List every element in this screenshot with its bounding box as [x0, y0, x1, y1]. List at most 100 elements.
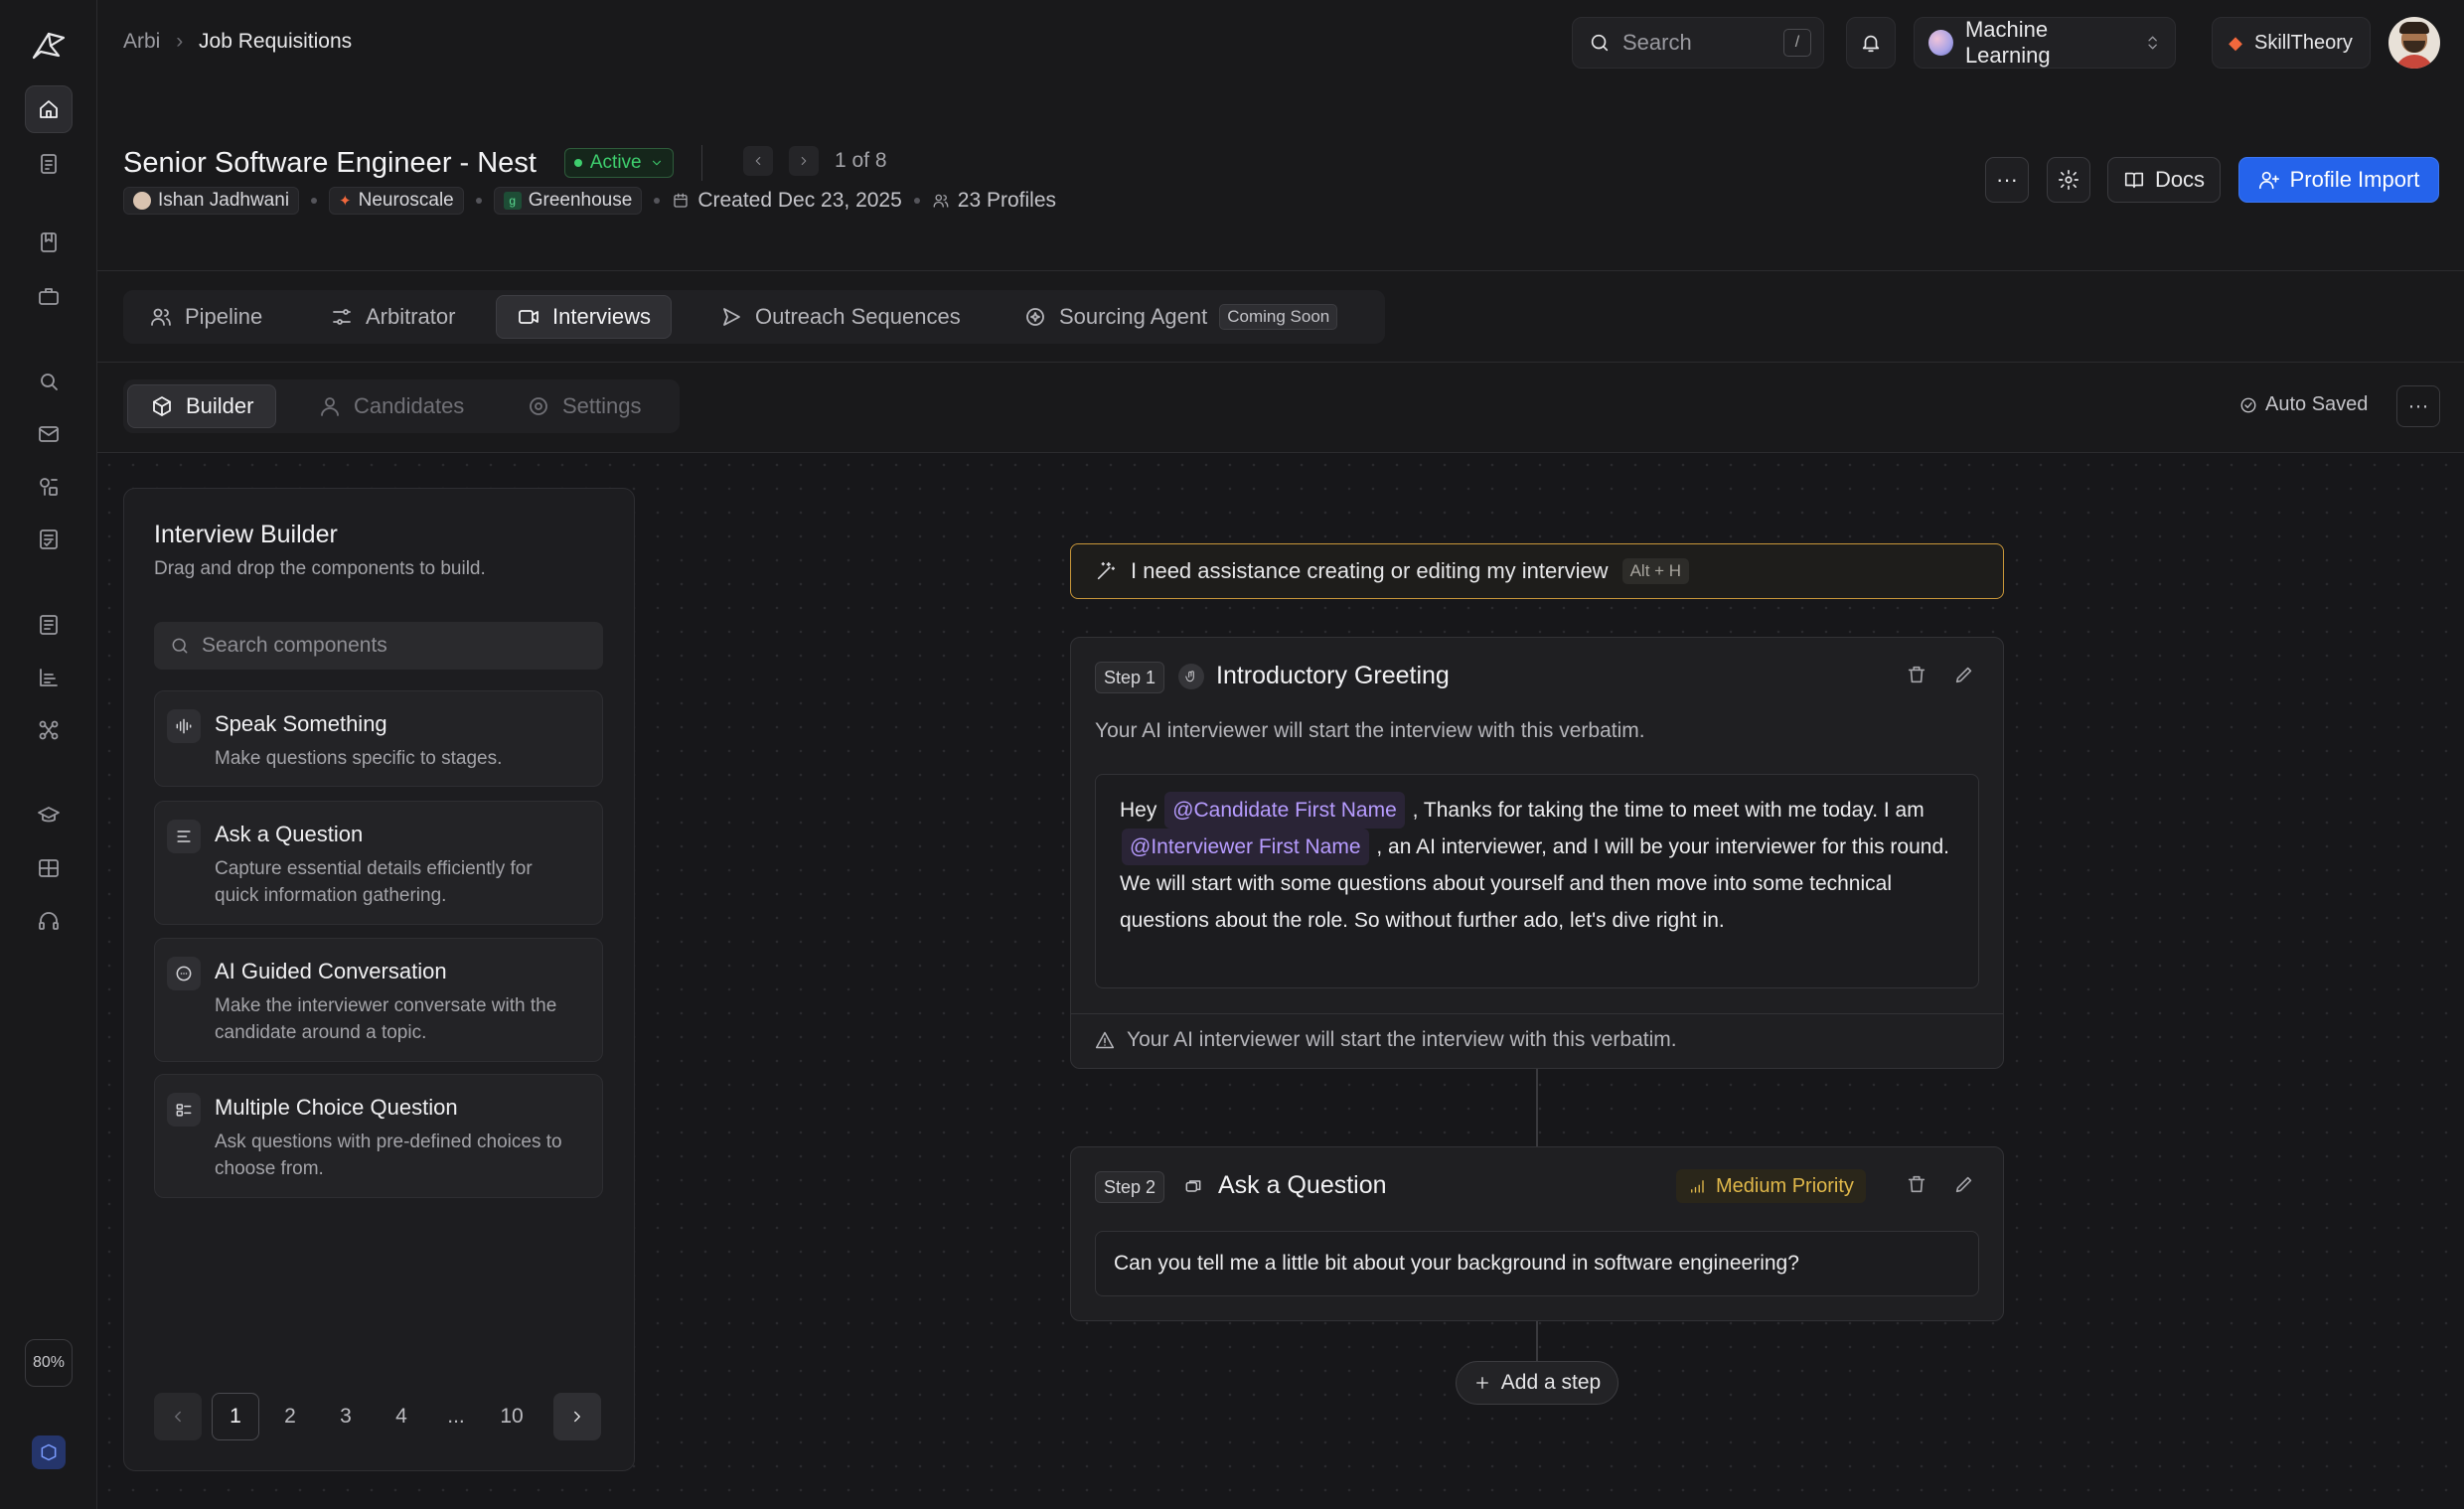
tab-label: Candidates: [354, 393, 465, 418]
owner-pill[interactable]: Ishan Jadhwani: [123, 187, 300, 215]
profiles-count[interactable]: 23 Profiles: [958, 189, 1056, 213]
ats-pill[interactable]: g Greenhouse: [493, 187, 643, 215]
greeting-icon: [1178, 663, 1204, 689]
job-meta-row: Ishan Jadhwani ✦ Neuroscale g Greenhouse…: [123, 187, 1056, 215]
component-multiple-choice[interactable]: Multiple Choice Question Ask questions w…: [154, 1074, 603, 1198]
tab-settings[interactable]: Settings: [505, 384, 664, 428]
connector-line: [1536, 1321, 1538, 1361]
org-name: SkillTheory: [2254, 31, 2353, 54]
page-3-button[interactable]: 3: [322, 1393, 370, 1440]
breadcrumb-root[interactable]: Arbi: [123, 30, 160, 53]
chevron-updown-icon: [2148, 36, 2157, 50]
tab-sourcing-agent[interactable]: Sourcing Agent Coming Soon: [1003, 295, 1357, 339]
docs-button[interactable]: Docs: [2107, 157, 2221, 203]
shapes-icon[interactable]: [25, 463, 73, 511]
page-2-button[interactable]: 2: [266, 1393, 314, 1440]
checklist-icon[interactable]: [25, 516, 73, 563]
workspace-selector[interactable]: Machine Learning: [1914, 17, 2176, 69]
zoom-level[interactable]: 80%: [25, 1339, 73, 1387]
cube-icon: [153, 396, 171, 416]
user-avatar[interactable]: [2388, 17, 2440, 69]
tab-pipeline[interactable]: Pipeline: [129, 295, 282, 339]
question-icon: [1180, 1173, 1206, 1199]
search-icon: [1591, 34, 1609, 52]
app-switcher-icon[interactable]: [25, 1429, 73, 1476]
ai-assist-input[interactable]: I need assistance creating or editing my…: [1070, 543, 2004, 599]
breadcrumb-current[interactable]: Job Requisitions: [199, 30, 352, 53]
tab-candidates[interactable]: Candidates: [296, 384, 486, 428]
owner-name: Ishan Jadhwani: [158, 190, 290, 211]
logo-icon[interactable]: [25, 22, 73, 70]
component-title: Multiple Choice Question: [215, 1095, 458, 1120]
search-person-icon[interactable]: [25, 358, 73, 405]
company-pill[interactable]: ✦ Neuroscale: [329, 187, 464, 215]
page-1-button[interactable]: 1: [212, 1393, 259, 1440]
chevron-right-icon: [574, 1411, 580, 1423]
add-step-button[interactable]: Add a step: [1456, 1361, 1618, 1405]
edit-step-button[interactable]: [1953, 664, 1975, 685]
dashboard-icon[interactable]: [25, 844, 73, 892]
chevron-down-icon: [652, 160, 661, 166]
component-ask-question[interactable]: Ask a Question Capture essential details…: [154, 801, 603, 925]
chevron-left-icon: [175, 1411, 181, 1423]
gear-icon: [530, 397, 547, 415]
settings-button[interactable]: [2047, 157, 2090, 203]
tab-builder[interactable]: Builder: [127, 384, 277, 428]
component-speak-something[interactable]: Speak Something Make questions specific …: [154, 690, 603, 787]
next-job-button[interactable]: [789, 146, 819, 176]
component-ai-conversation[interactable]: AI Guided Conversation Make the intervie…: [154, 938, 603, 1062]
list-chart-icon[interactable]: [25, 654, 73, 701]
send-icon: [723, 308, 740, 326]
step-footer: Your AI interviewer will start the inter…: [1095, 1028, 1677, 1052]
component-search-input[interactable]: Search components: [154, 622, 603, 670]
delete-step-button[interactable]: [1906, 664, 1927, 685]
choice-icon: [167, 1093, 201, 1127]
tab-arbitrator[interactable]: Arbitrator: [310, 295, 475, 339]
notifications-button[interactable]: [1846, 17, 1896, 69]
org-selector[interactable]: ◆ SkillTheory: [2212, 17, 2371, 69]
page-10-button[interactable]: 10: [488, 1393, 536, 1440]
mention-interviewer-first-name[interactable]: @Interviewer First Name: [1122, 829, 1369, 865]
network-icon[interactable]: [25, 706, 73, 754]
prev-job-button[interactable]: [743, 146, 773, 176]
company-name: Neuroscale: [358, 190, 454, 211]
search-placeholder: Search: [1622, 30, 1692, 55]
mention-candidate-first-name[interactable]: @Candidate First Name: [1164, 792, 1405, 829]
tab-outreach[interactable]: Outreach Sequences: [699, 295, 981, 339]
briefcase-icon[interactable]: [25, 272, 73, 320]
search-input[interactable]: Search /: [1572, 17, 1824, 69]
left-rail: 80%: [0, 0, 97, 1509]
graduation-icon[interactable]: [25, 792, 73, 839]
builder-more-button[interactable]: ···: [2396, 385, 2440, 427]
step-card-1[interactable]: Step 1 Introductory Greeting Your AI int…: [1070, 637, 2004, 1069]
edit-step-button[interactable]: [1953, 1173, 1975, 1195]
chevron-right-icon: ›: [176, 30, 184, 53]
home-icon[interactable]: [25, 85, 73, 133]
bell-icon: [1862, 35, 1880, 53]
step-card-2[interactable]: Step 2 Ask a Question Medium Priority Ca…: [1070, 1146, 2004, 1321]
next-page-button[interactable]: [553, 1393, 601, 1440]
bookmark-icon[interactable]: [25, 219, 73, 266]
prev-page-button[interactable]: [154, 1393, 202, 1440]
gear-icon: [2059, 170, 2079, 190]
mail-icon[interactable]: [25, 410, 73, 458]
ats-name: Greenhouse: [528, 190, 633, 211]
status-badge[interactable]: Active: [563, 148, 674, 178]
plus-icon: [1475, 1377, 1488, 1389]
document-icon[interactable]: [25, 140, 73, 188]
form-icon[interactable]: [25, 601, 73, 649]
question-text[interactable]: Can you tell me a little bit about your …: [1095, 1231, 1979, 1296]
priority-badge[interactable]: Medium Priority: [1676, 1169, 1866, 1203]
tab-interviews[interactable]: Interviews: [496, 295, 673, 339]
job-pager: 1 of 8: [835, 149, 887, 172]
verbatim-text[interactable]: Hey @Candidate First Name , Thanks for t…: [1095, 774, 1979, 988]
coming-soon-badge: Coming Soon: [1219, 304, 1338, 330]
profile-import-button[interactable]: Profile Import: [2238, 157, 2439, 203]
component-desc: Make the interviewer conversate with the…: [215, 995, 557, 1043]
more-actions-button[interactable]: ···: [1985, 157, 2029, 203]
page-4-button[interactable]: 4: [378, 1393, 425, 1440]
component-desc: Ask questions with pre-defined choices t…: [215, 1132, 562, 1179]
chevron-right-icon: [801, 156, 807, 166]
delete-step-button[interactable]: [1906, 1173, 1927, 1195]
headset-icon[interactable]: [25, 897, 73, 945]
